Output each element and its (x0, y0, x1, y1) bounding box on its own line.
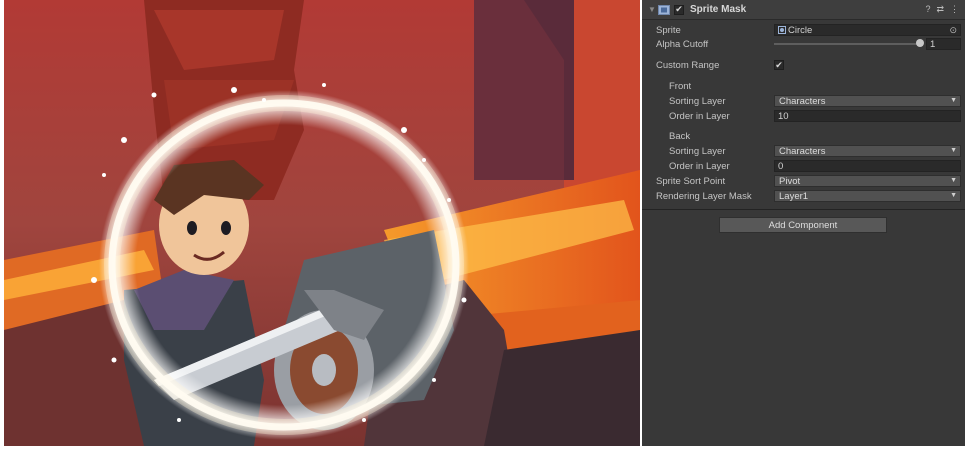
front-order-input[interactable]: 10 (774, 110, 961, 122)
back-sorting-layer-value: Characters (779, 145, 826, 157)
chevron-down-icon: ▼ (950, 97, 957, 104)
scene-illustration (4, 0, 640, 446)
sprite-sort-point-row: Sprite Sort Point Pivot ▼ (642, 174, 965, 188)
presets-icon[interactable]: ⇄ (936, 4, 944, 15)
alpha-cutoff-label: Alpha Cutoff (656, 38, 709, 50)
sprite-asset-icon (778, 26, 786, 34)
back-order-row: Order in Layer 0 (642, 159, 965, 173)
front-sorting-layer-label: Sorting Layer (669, 95, 726, 107)
front-sorting-layer-dropdown[interactable]: Characters ▼ (774, 95, 961, 107)
chevron-down-icon: ▼ (950, 192, 957, 199)
sprite-row: Sprite Circle ⊙ (642, 23, 965, 37)
rendering-layer-mask-value: Layer1 (779, 190, 809, 202)
component-header[interactable]: ▼ ✔ Sprite Mask ? ⇄ ⋮ (642, 0, 965, 20)
front-heading-row: Front (642, 79, 965, 93)
alpha-cutoff-value: 1 (930, 38, 936, 50)
front-heading: Front (669, 80, 692, 92)
back-heading: Back (669, 130, 691, 142)
custom-range-checkbox[interactable]: ✔ (774, 60, 784, 70)
help-icon[interactable]: ? (925, 4, 930, 15)
back-sorting-layer-dropdown[interactable]: Characters ▼ (774, 145, 961, 157)
front-sorting-layer-row: Sorting Layer Characters ▼ (642, 94, 965, 108)
back-order-input[interactable]: 0 (774, 160, 961, 172)
component-enabled-checkbox[interactable]: ✔ (674, 4, 684, 15)
kebab-menu-icon[interactable]: ⋮ (950, 4, 959, 15)
alpha-cutoff-input[interactable]: 1 (926, 38, 961, 50)
sprite-value: Circle (788, 24, 813, 36)
component-header-tools: ? ⇄ ⋮ (925, 4, 965, 15)
back-order-label: Order in Layer (669, 160, 730, 172)
rendering-layer-mask-row: Rendering Layer Mask Layer1 ▼ (642, 189, 965, 203)
alpha-cutoff-slider-track[interactable] (774, 43, 920, 45)
sprite-mask-icon (658, 4, 670, 15)
alpha-cutoff-row: Alpha Cutoff 1 (642, 37, 965, 51)
front-order-row: Order in Layer 10 (642, 109, 965, 123)
sprite-sort-point-dropdown[interactable]: Pivot ▼ (774, 175, 961, 187)
back-sorting-layer-row: Sorting Layer Characters ▼ (642, 144, 965, 158)
chevron-down-icon: ▼ (950, 147, 957, 154)
sprite-object-field[interactable]: Circle ⊙ (774, 24, 961, 36)
add-component-button[interactable]: Add Component (719, 217, 887, 233)
rendering-layer-mask-label: Rendering Layer Mask (656, 190, 752, 202)
sprite-label: Sprite (656, 24, 681, 36)
game-scene-view (4, 0, 640, 446)
back-sorting-layer-label: Sorting Layer (669, 145, 726, 157)
alpha-cutoff-slider-thumb[interactable] (916, 39, 924, 47)
back-heading-row: Back (642, 129, 965, 143)
chevron-down-icon: ▼ (950, 177, 957, 184)
object-picker-icon[interactable]: ⊙ (949, 25, 957, 36)
triangle-down-icon[interactable]: ▼ (648, 5, 658, 14)
custom-range-label: Custom Range (656, 59, 720, 71)
rendering-layer-mask-dropdown[interactable]: Layer1 ▼ (774, 190, 961, 202)
front-order-value: 10 (778, 110, 789, 122)
back-order-value: 0 (778, 160, 784, 172)
sprite-sort-point-value: Pivot (779, 175, 801, 187)
sprite-sort-point-label: Sprite Sort Point (656, 175, 726, 187)
custom-range-row: Custom Range ✔ (642, 58, 965, 72)
inspector-panel: ▼ ✔ Sprite Mask ? ⇄ ⋮ Sprite Circle ⊙ Al… (642, 0, 965, 446)
front-order-label: Order in Layer (669, 110, 730, 122)
section-divider (642, 209, 965, 210)
component-title: Sprite Mask (690, 4, 747, 15)
front-sorting-layer-value: Characters (779, 95, 826, 107)
